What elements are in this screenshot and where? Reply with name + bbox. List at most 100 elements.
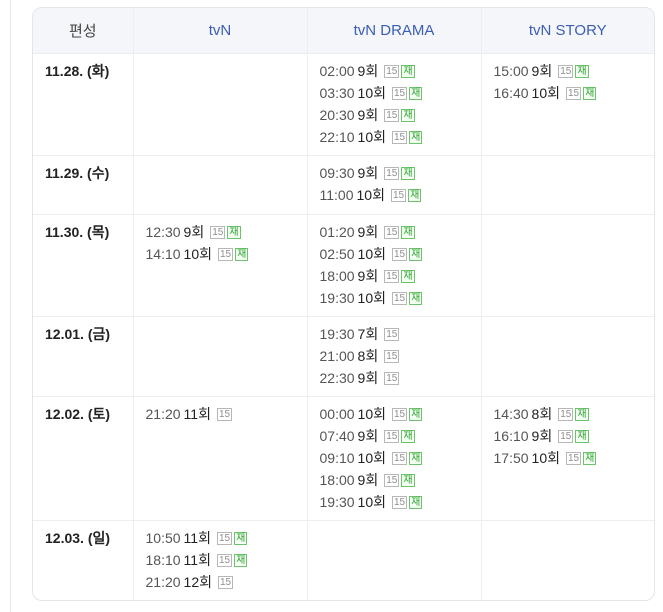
schedule-cell-tvn: 21:20 11회 15 — [132, 396, 307, 521]
broadcast-item: 11:00 10회 15 재 — [320, 184, 481, 206]
age-15-rating-icon: 15 — [218, 575, 234, 589]
broadcast-time: 18:10 — [145, 552, 181, 568]
schedule-cell-tvn — [132, 155, 307, 215]
header-channel-tvn-story: tvN STORY — [480, 8, 654, 54]
episode-label: 9회 — [531, 63, 553, 79]
age-15-rating-icon: 15 — [384, 349, 400, 363]
episode-label: 10회 — [357, 85, 386, 101]
schedule-cell-tvn — [132, 316, 307, 397]
age-15-rating-icon: 15 — [558, 407, 574, 421]
rerun-badge-icon: 재 — [408, 188, 422, 202]
rerun-badge-icon: 재 — [234, 553, 248, 567]
age-15-rating-icon: 15 — [384, 225, 400, 239]
schedule-cell-tvn-story — [480, 214, 654, 317]
broadcast-time: 18:00 — [319, 472, 355, 488]
broadcast-time: 02:00 — [319, 63, 355, 79]
episode-label: 11회 — [183, 552, 211, 568]
broadcast-item: 21:00 8회 15 — [320, 345, 481, 367]
table-row: 12.01. (금) 19:30 7회 15 21:00 8회 15 22:30 9회 15 — [33, 316, 654, 397]
episode-label: 7회 — [357, 326, 379, 342]
schedule-cell-tvn-story — [480, 155, 654, 215]
rerun-badge-icon: 재 — [409, 86, 423, 100]
header-channel-tvn-drama: tvN DRAMA — [306, 8, 481, 54]
schedule-cell-tvn-drama: 01:20 9회 15 재 02:50 10회 15 재 18:00 9회 15 재 19:30 10회 1… — [306, 214, 481, 317]
broadcast-item: 22:10 10회 15 재 — [320, 126, 481, 148]
episode-label: 9회 — [357, 428, 379, 444]
rerun-badge-icon: 재 — [583, 451, 597, 465]
broadcast-time: 20:30 — [319, 107, 355, 123]
episode-label: 10회 — [357, 406, 386, 422]
broadcast-time: 21:20 — [145, 574, 181, 590]
episode-label: 10회 — [357, 494, 386, 510]
episode-label: 10회 — [183, 246, 212, 262]
broadcast-time: 22:30 — [319, 370, 355, 386]
broadcast-item: 12:30 9회 15 재 — [146, 221, 307, 243]
episode-label: 9회 — [357, 472, 379, 488]
broadcast-time: 21:20 — [145, 406, 181, 422]
broadcast-item: 18:00 9회 15 재 — [320, 265, 481, 287]
broadcast-item: 09:10 10회 15 재 — [320, 447, 481, 469]
rerun-badge-icon: 재 — [409, 495, 423, 509]
broadcast-item: 22:30 9회 15 — [320, 367, 481, 389]
broadcast-item: 03:30 10회 15 재 — [320, 82, 481, 104]
broadcast-time: 15:00 — [493, 63, 529, 79]
broadcast-time: 14:10 — [145, 246, 181, 262]
broadcast-time: 17:50 — [493, 450, 529, 466]
episode-label: 10회 — [357, 129, 386, 145]
table-header-row: 편성 tvN tvN DRAMA tvN STORY — [33, 8, 654, 54]
episode-label: 9회 — [357, 370, 379, 386]
broadcast-item: 15:00 9회 15 재 — [494, 60, 655, 82]
age-15-rating-icon: 15 — [390, 188, 407, 202]
broadcast-item: 10:50 11회 15 재 — [146, 527, 307, 549]
schedule-cell-tvn-drama: 19:30 7회 15 21:00 8회 15 22:30 9회 15 — [306, 316, 481, 397]
episode-label: 10회 — [357, 450, 386, 466]
broadcast-item: 19:30 7회 15 — [320, 323, 481, 345]
broadcast-item: 21:20 11회 15 — [146, 403, 307, 425]
episode-label: 10회 — [531, 85, 560, 101]
age-15-rating-icon: 15 — [392, 247, 408, 261]
schedule-cell-tvn-drama: 00:00 10회 15 재 07:40 9회 15 재 09:10 10회 15 재 18:00 9회 1… — [306, 396, 481, 521]
rerun-badge-icon: 재 — [401, 166, 415, 180]
age-15-rating-icon: 15 — [216, 553, 233, 567]
age-15-rating-icon: 15 — [392, 495, 408, 509]
broadcast-item: 07:40 9회 15 재 — [320, 425, 481, 447]
episode-label: 9회 — [357, 224, 379, 240]
table-row: 11.30. (목) 12:30 9회 15 재 14:10 10회 15 재 01:20 9회 15… — [33, 214, 654, 317]
broadcast-time: 09:10 — [319, 450, 355, 466]
rerun-badge-icon: 재 — [409, 407, 423, 421]
broadcast-item: 16:10 9회 15 재 — [494, 425, 655, 447]
broadcast-item: 02:50 10회 15 재 — [320, 243, 481, 265]
date-cell: 12.02. (토) — [33, 396, 133, 521]
schedule-cell-tvn: 12:30 9회 15 재 14:10 10회 15 재 — [132, 214, 307, 317]
broadcast-time: 16:10 — [493, 428, 529, 444]
rerun-badge-icon: 재 — [409, 291, 423, 305]
rerun-badge-icon: 재 — [409, 247, 423, 261]
broadcast-item: 20:30 9회 15 재 — [320, 104, 481, 126]
broadcast-time: 07:40 — [319, 428, 355, 444]
rerun-badge-icon: 재 — [401, 64, 415, 78]
age-15-rating-icon: 15 — [558, 64, 574, 78]
broadcast-item: 14:10 10회 15 재 — [146, 243, 307, 265]
age-15-rating-icon: 15 — [384, 166, 400, 180]
rerun-badge-icon: 재 — [575, 407, 589, 421]
episode-label: 10회 — [531, 450, 560, 466]
broadcast-time: 16:40 — [493, 85, 529, 101]
broadcast-time: 09:30 — [319, 165, 355, 181]
age-15-rating-icon: 15 — [566, 451, 582, 465]
rerun-badge-icon: 재 — [401, 225, 415, 239]
date-cell: 12.01. (금) — [33, 316, 133, 397]
episode-label: 10회 — [357, 290, 386, 306]
rerun-badge-icon: 재 — [227, 225, 241, 239]
date-cell: 11.30. (목) — [33, 214, 133, 317]
broadcast-time: 00:00 — [319, 406, 355, 422]
rerun-badge-icon: 재 — [234, 531, 248, 545]
age-15-rating-icon: 15 — [392, 291, 408, 305]
broadcast-time: 19:30 — [319, 494, 355, 510]
broadcast-time: 21:00 — [319, 348, 355, 364]
broadcast-time: 03:30 — [319, 85, 355, 101]
rerun-badge-icon: 재 — [401, 108, 415, 122]
age-15-rating-icon: 15 — [384, 473, 400, 487]
age-15-rating-icon: 15 — [384, 64, 400, 78]
schedule-cell-tvn-story — [480, 520, 654, 600]
episode-label: 11회 — [183, 406, 211, 422]
